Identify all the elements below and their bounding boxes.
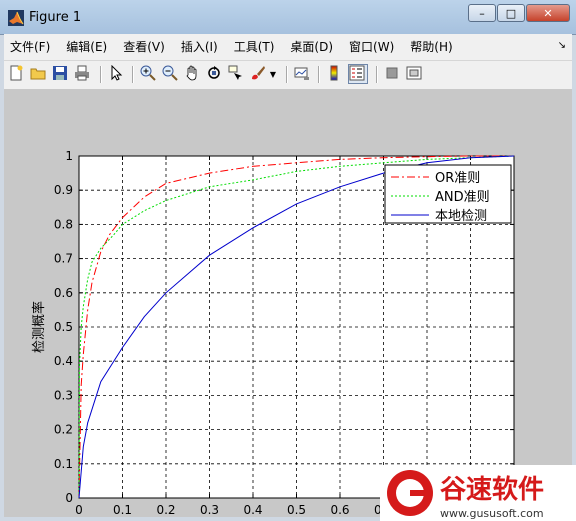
y-axis-label: 检测概率 [31,301,47,353]
y-tick-label: 0.9 [54,183,73,197]
gususoft-logo-icon: 谷速软件 www.gususoft.com [387,470,544,520]
toolbar: ▼ [4,60,572,90]
pointer-icon[interactable] [108,65,126,83]
link-plot-icon[interactable] [294,65,312,83]
data-cursor-icon[interactable] [228,65,246,83]
x-tick-label: 0.5 [287,503,306,517]
zoom-in-icon[interactable] [140,65,158,83]
matlab-logo-icon [8,10,24,26]
dropdown-arrow-icon[interactable]: ▼ [268,65,278,83]
menu-help[interactable]: 帮助(H) [402,36,460,58]
y-tick-label: 0.1 [54,457,73,471]
y-tick-label: 0 [65,491,73,505]
window-title: Figure 1 [29,10,82,25]
legend-label-1: OR准则 [435,171,480,186]
zoom-out-icon[interactable] [162,65,180,83]
menu-tools[interactable]: 工具(T) [226,36,283,58]
pan-hand-icon[interactable] [184,65,202,83]
close-button[interactable]: ✕ [526,4,570,22]
menu-edit[interactable]: 编辑(E) [58,36,115,58]
colorbar-icon[interactable] [326,65,344,83]
save-icon[interactable] [52,65,70,83]
window-controls: – □ ✕ [467,4,570,22]
y-tick-label: 1 [65,149,73,163]
hide-plot-tools-icon[interactable] [384,65,402,83]
legend-label-3: 本地检测 [435,209,487,224]
print-icon[interactable] [74,65,92,83]
title-bar: Figure 1 – □ ✕ [0,0,576,35]
x-tick-label: 0.2 [156,503,175,517]
legend-icon[interactable] [348,64,368,84]
maximize-button[interactable]: □ [497,4,525,22]
menu-view[interactable]: 查看(V) [115,36,173,58]
x-tick-label: 0 [75,503,83,517]
menu-insert[interactable]: 插入(I) [173,36,226,58]
menu-window[interactable]: 窗口(W) [341,36,402,58]
y-tick-label: 0.5 [54,320,73,334]
menu-overflow-icon[interactable]: ↘ [558,40,566,51]
figure-window: 文件(F) 编辑(E) 查看(V) 插入(I) 工具(T) 桌面(D) 窗口(W… [4,34,572,517]
menu-bar: 文件(F) 编辑(E) 查看(V) 插入(I) 工具(T) 桌面(D) 窗口(W… [4,34,572,60]
menu-desktop[interactable]: 桌面(D) [282,36,341,58]
new-figure-icon[interactable] [8,65,26,83]
x-tick-label: 0.3 [200,503,219,517]
y-tick-label: 0.2 [54,423,73,437]
figure-canvas: 0 0.1 0.2 0.3 0.4 0.5 0.6 0.7 0.8 0.9 1 0 0.1 0.2 0.3 0… [4,89,572,517]
watermark-brand: 谷速软件 [440,475,544,505]
open-file-icon[interactable] [30,65,48,83]
x-tick-label: 0.6 [330,503,349,517]
x-tick-label: 0.1 [113,503,132,517]
rotate-3d-icon[interactable] [206,65,224,83]
menu-file[interactable]: 文件(F) [4,36,58,58]
y-tick-label: 0.3 [54,388,73,402]
roc-chart: 0 0.1 0.2 0.3 0.4 0.5 0.6 0.7 0.8 0.9 1 0 0.1 0.2 0.3 0… [31,149,518,517]
y-tick-label: 0.7 [54,252,73,266]
y-tick-label: 0.4 [54,354,73,368]
watermark-url: www.gususoft.com [440,507,544,520]
show-plot-tools-icon[interactable] [406,65,424,83]
minimize-button[interactable]: – [468,4,496,22]
x-tick-label: 0.4 [243,503,262,517]
y-tick-label: 0.8 [54,217,73,231]
watermark-logo: 谷速软件 www.gususoft.com [380,465,576,521]
brush-icon[interactable] [250,65,268,83]
y-tick-label: 0.6 [54,286,73,300]
legend-label-2: AND准则 [435,190,490,205]
